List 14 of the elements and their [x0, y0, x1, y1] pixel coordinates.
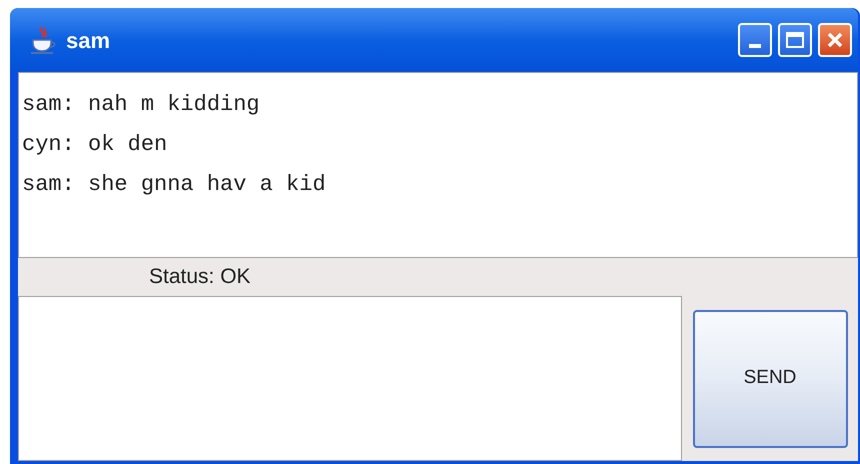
- close-button[interactable]: [818, 23, 852, 57]
- chat-message: cyn: ok den: [22, 131, 168, 159]
- window-title: sam: [66, 26, 110, 54]
- maximize-button[interactable]: [778, 23, 812, 57]
- maximize-icon: [786, 32, 804, 48]
- minimize-icon: [749, 44, 761, 48]
- chat-message: sam: nah m kidding: [22, 91, 260, 119]
- close-icon: [826, 31, 844, 49]
- message-input[interactable]: [18, 296, 682, 461]
- minimize-button[interactable]: [738, 23, 772, 57]
- status-label: Status: OK: [149, 264, 251, 290]
- send-button[interactable]: SEND: [692, 310, 848, 448]
- coffee-cup-icon: [30, 25, 56, 55]
- chat-message: sam: she gnna hav a kid: [22, 171, 326, 199]
